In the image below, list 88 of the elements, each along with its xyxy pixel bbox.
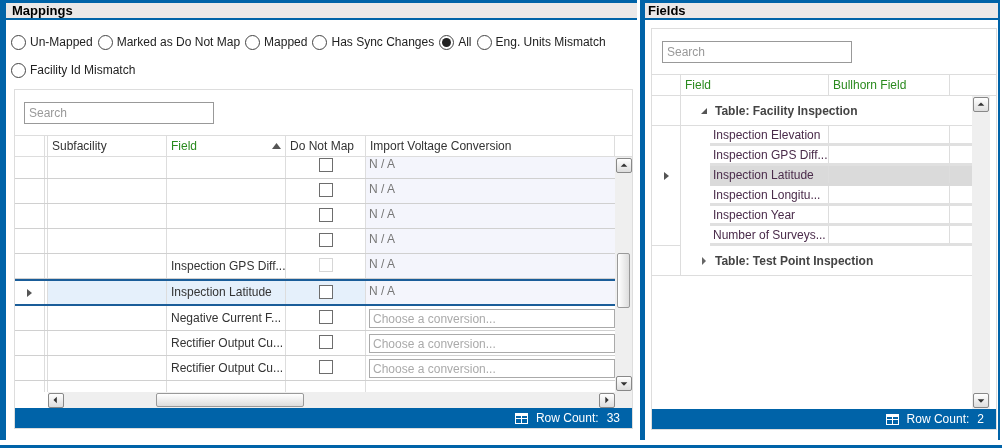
table-cell: N / A <box>366 179 615 203</box>
radio-button[interactable] <box>97 34 113 50</box>
checkbox[interactable] <box>318 285 333 299</box>
expand-icon[interactable] <box>701 256 708 265</box>
row-pointer-icon <box>27 288 32 297</box>
tree-row[interactable]: Inspection Longitu... <box>652 186 972 206</box>
horizontal-scrollbar[interactable] <box>48 392 615 408</box>
tree-row[interactable]: Inspection Year <box>652 206 972 226</box>
radio-label[interactable]: Facility Id Mismatch <box>30 61 136 79</box>
collapse-icon[interactable] <box>701 106 708 115</box>
row-header[interactable] <box>15 281 48 304</box>
table-cell-text: Inspection Latitude <box>171 284 272 301</box>
column-header[interactable]: Import Voltage Conversion <box>366 136 615 156</box>
column-header[interactable]: Do Not Map <box>286 136 366 156</box>
vertical-scrollbar[interactable] <box>972 96 990 409</box>
group-title[interactable]: Table: Test Point Inspection <box>715 251 874 270</box>
table-row[interactable]: N / A <box>15 179 615 204</box>
scrollbar-corner <box>15 392 48 408</box>
column-header[interactable]: Field <box>681 75 829 95</box>
conversion-dropdown[interactable]: Choose a conversion... <box>369 334 615 353</box>
panel-title: Fields <box>648 1 686 20</box>
tree-row[interactable]: Number of Surveys... <box>652 226 972 246</box>
radio-label[interactable]: Has Sync Changes <box>331 33 435 51</box>
tree-cell-text: Inspection Elevation <box>713 126 821 144</box>
checkbox[interactable] <box>318 310 333 324</box>
checkbox[interactable] <box>318 335 333 349</box>
conversion-dropdown[interactable]: Choose a conversion... <box>369 359 615 378</box>
table-row[interactable]: Negative Current F... Choose a conversion... <box>15 306 615 331</box>
scroll-down-button[interactable] <box>973 393 989 408</box>
radio-button[interactable] <box>476 34 492 50</box>
table-cell-text: Negative Current F... <box>171 310 282 327</box>
column-header[interactable]: Subfacility <box>48 136 167 156</box>
search-field[interactable]: Search <box>662 40 852 63</box>
table-row[interactable]: N / A <box>15 204 615 229</box>
radio-button[interactable] <box>11 62 26 78</box>
table-row[interactable]: N / A <box>15 229 615 254</box>
table-cell: N / A <box>366 157 615 178</box>
radio-label[interactable]: Mapped <box>264 33 308 51</box>
search-field[interactable]: Search <box>24 101 214 124</box>
radio-label[interactable]: Marked as Do Not Map <box>116 33 241 51</box>
row-count-value: 2 <box>977 411 984 428</box>
scroll-thumb[interactable] <box>156 393 304 407</box>
scroll-up-button[interactable] <box>973 97 989 112</box>
checkbox[interactable] <box>318 183 333 197</box>
row-count-value: 33 <box>606 410 620 427</box>
tree-cell-text: Inspection Latitude <box>713 166 814 184</box>
table-cell: N / A <box>366 281 615 304</box>
vertical-scrollbar[interactable] <box>615 157 632 392</box>
conversion-dropdown[interactable]: Choose a conversion... <box>369 309 615 328</box>
scroll-left-button[interactable] <box>48 392 64 408</box>
table-cell: N / A <box>366 229 615 253</box>
tree-row[interactable]: Inspection Elevation <box>652 126 972 146</box>
checkbox[interactable] <box>318 233 333 247</box>
tree-cell-text: Inspection GPS Diff... <box>713 146 828 164</box>
table-cell: N / A <box>366 254 615 278</box>
panel-title: Mappings <box>12 1 73 20</box>
radio-button[interactable] <box>439 34 455 50</box>
grid-icon <box>514 412 528 424</box>
grid-icon <box>885 413 899 425</box>
checkbox[interactable] <box>318 360 333 374</box>
scroll-down-button[interactable] <box>615 376 632 391</box>
tree-cell-text: Number of Surveys... <box>713 226 826 244</box>
table-cell-text: Rectifier Output Cu... <box>171 335 284 352</box>
table-row[interactable]: Rectifier Output Cu... Choose a conversion... <box>15 331 615 356</box>
column-header[interactable]: Field <box>167 136 286 156</box>
scroll-up-button[interactable] <box>615 158 632 173</box>
table-cell-text: Inspection GPS Diff... <box>171 258 286 275</box>
row-count-label: Row Count: <box>906 411 970 428</box>
scroll-thumb[interactable] <box>617 253 630 308</box>
column-header[interactable]: Bullhorn Field <box>829 75 950 95</box>
table-cell-text: Rectifier Output Cu... <box>171 360 284 377</box>
scroll-right-button[interactable] <box>599 392 615 408</box>
radio-button[interactable] <box>245 34 261 50</box>
radio-button[interactable] <box>312 34 328 50</box>
tree-cell-text: Inspection Longitu... <box>713 186 821 204</box>
group-title[interactable]: Table: Facility Inspection <box>715 101 858 120</box>
table-row[interactable]: Rectifier Output Cu... Choose a conversion... <box>15 356 615 381</box>
table-row[interactable]: Inspection Latitude N / A <box>15 279 615 306</box>
checkbox[interactable] <box>318 208 333 222</box>
row-pointer-icon <box>663 172 669 180</box>
radio-label[interactable]: All <box>458 33 472 51</box>
row-count-label: Row Count: <box>535 410 599 427</box>
table-cell: N / A <box>366 204 615 228</box>
tree-cell-text: Inspection Year <box>713 206 796 224</box>
radio-label[interactable]: Eng. Units Mismatch <box>495 33 606 51</box>
radio-button[interactable] <box>11 34 26 50</box>
checkbox[interactable] <box>318 158 333 172</box>
radio-label[interactable]: Un-Mapped <box>30 33 93 51</box>
